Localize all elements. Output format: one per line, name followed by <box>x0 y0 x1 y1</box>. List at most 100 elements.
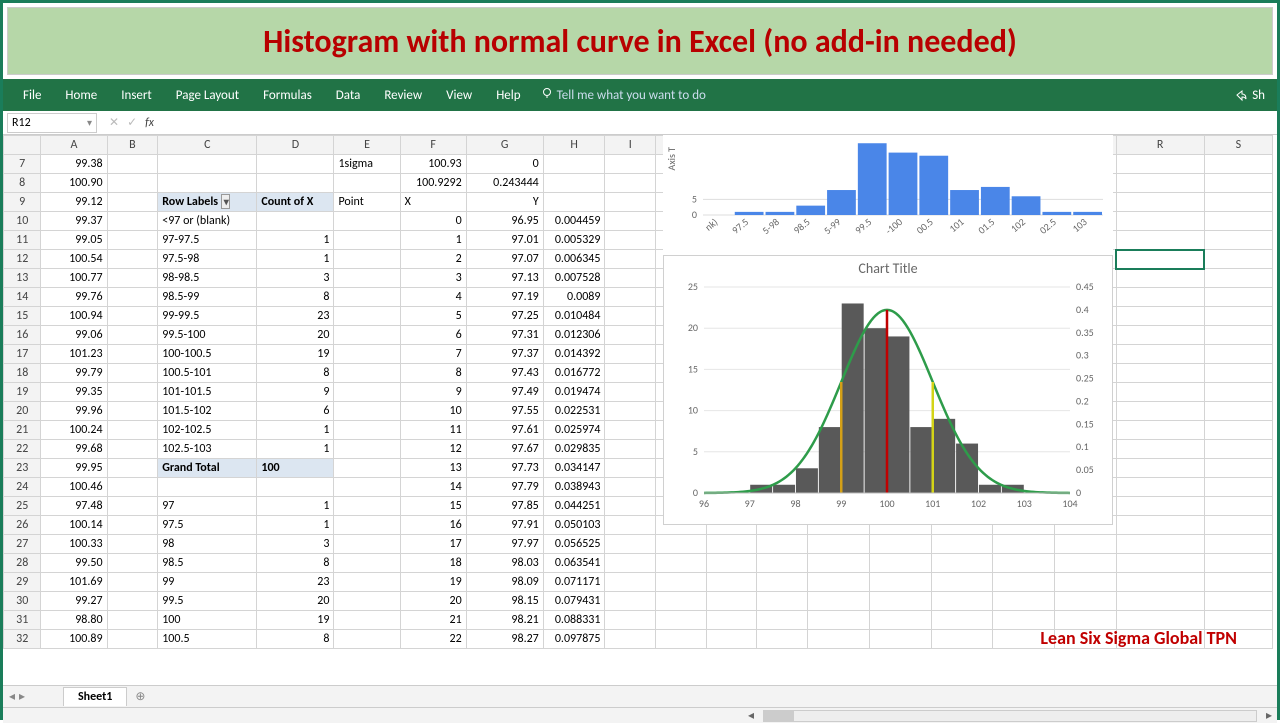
cell-A14[interactable]: 99.76 <box>41 288 107 307</box>
cell-C25[interactable]: 97 <box>158 497 257 516</box>
cell-I10[interactable] <box>605 212 656 231</box>
cell-D30[interactable]: 20 <box>257 592 334 611</box>
row-header[interactable]: 19 <box>4 383 41 402</box>
cell-A9[interactable]: 99.12 <box>41 193 107 212</box>
cell-M27[interactable] <box>808 535 870 554</box>
cell-N30[interactable] <box>869 592 931 611</box>
cell-E15[interactable] <box>334 307 400 326</box>
cell-A10[interactable]: 99.37 <box>41 212 107 231</box>
cell-R28[interactable] <box>1116 554 1204 573</box>
cell-S21[interactable] <box>1204 421 1272 440</box>
cell-I15[interactable] <box>605 307 656 326</box>
col-header-G[interactable]: G <box>466 136 543 155</box>
cell-G28[interactable]: 98.03 <box>466 554 543 573</box>
cell-F20[interactable]: 10 <box>400 402 466 421</box>
cell-F30[interactable]: 20 <box>400 592 466 611</box>
cell-B21[interactable] <box>107 421 158 440</box>
cell-L29[interactable] <box>757 573 808 592</box>
cell-K29[interactable] <box>706 573 757 592</box>
cell-G16[interactable]: 97.31 <box>466 326 543 345</box>
cell-S15[interactable] <box>1204 307 1272 326</box>
cell-K27[interactable] <box>706 535 757 554</box>
cell-I7[interactable] <box>605 155 656 174</box>
cell-D23[interactable]: 100 <box>257 459 334 478</box>
cell-I30[interactable] <box>605 592 656 611</box>
cell-D16[interactable]: 20 <box>257 326 334 345</box>
tab-file[interactable]: File <box>11 79 53 111</box>
cell-C23[interactable]: Grand Total <box>158 459 257 478</box>
cell-B24[interactable] <box>107 478 158 497</box>
cell-F28[interactable]: 18 <box>400 554 466 573</box>
cell-C32[interactable]: 100.5 <box>158 630 257 649</box>
row-header[interactable]: 30 <box>4 592 41 611</box>
cell-C22[interactable]: 102.5-103 <box>158 440 257 459</box>
cell-F27[interactable]: 17 <box>400 535 466 554</box>
cell-A15[interactable]: 100.94 <box>41 307 107 326</box>
cell-D32[interactable]: 8 <box>257 630 334 649</box>
share-button[interactable]: Sh <box>1234 88 1269 103</box>
cell-O28[interactable] <box>931 554 993 573</box>
cell-C14[interactable]: 98.5-99 <box>158 288 257 307</box>
cell-L27[interactable] <box>757 535 808 554</box>
cell-Q28[interactable] <box>1054 554 1116 573</box>
cell-I8[interactable] <box>605 174 656 193</box>
cell-S11[interactable] <box>1204 231 1272 250</box>
cell-G27[interactable]: 97.97 <box>466 535 543 554</box>
cell-H14[interactable]: 0.0089 <box>543 288 605 307</box>
chart-histogram-normal[interactable]: Chart Title 051015202500.050.10.150.20.2… <box>663 255 1113 525</box>
cell-D8[interactable] <box>257 174 334 193</box>
cell-O27[interactable] <box>931 535 993 554</box>
cell-M31[interactable] <box>808 611 870 630</box>
fx-icon[interactable]: fx <box>145 116 154 130</box>
cell-D20[interactable]: 6 <box>257 402 334 421</box>
cell-G11[interactable]: 97.01 <box>466 231 543 250</box>
cell-R17[interactable] <box>1116 345 1204 364</box>
cell-I31[interactable] <box>605 611 656 630</box>
cell-J32[interactable] <box>656 630 707 649</box>
cell-R9[interactable] <box>1116 193 1204 212</box>
cell-P30[interactable] <box>993 592 1055 611</box>
cell-H24[interactable]: 0.038943 <box>543 478 605 497</box>
cell-D18[interactable]: 8 <box>257 364 334 383</box>
col-header-C[interactable]: C <box>158 136 257 155</box>
cell-E13[interactable] <box>334 269 400 288</box>
cell-C15[interactable]: 99-99.5 <box>158 307 257 326</box>
cell-H27[interactable]: 0.056525 <box>543 535 605 554</box>
cell-G19[interactable]: 97.49 <box>466 383 543 402</box>
cell-H28[interactable]: 0.063541 <box>543 554 605 573</box>
cell-B23[interactable] <box>107 459 158 478</box>
cell-F17[interactable]: 7 <box>400 345 466 364</box>
cell-E7[interactable]: 1sigma <box>334 155 400 174</box>
cell-I13[interactable] <box>605 269 656 288</box>
cell-R11[interactable] <box>1116 231 1204 250</box>
col-header-F[interactable]: F <box>400 136 466 155</box>
row-header[interactable]: 27 <box>4 535 41 554</box>
cell-A16[interactable]: 99.06 <box>41 326 107 345</box>
cell-G30[interactable]: 98.15 <box>466 592 543 611</box>
cell-H31[interactable]: 0.088331 <box>543 611 605 630</box>
cell-D17[interactable]: 19 <box>257 345 334 364</box>
cell-J30[interactable] <box>656 592 707 611</box>
cell-K31[interactable] <box>706 611 757 630</box>
cell-I17[interactable] <box>605 345 656 364</box>
cell-I23[interactable] <box>605 459 656 478</box>
cell-F14[interactable]: 4 <box>400 288 466 307</box>
cell-C27[interactable]: 98 <box>158 535 257 554</box>
cell-B19[interactable] <box>107 383 158 402</box>
cell-A13[interactable]: 100.77 <box>41 269 107 288</box>
cell-D13[interactable]: 3 <box>257 269 334 288</box>
row-header[interactable]: 31 <box>4 611 41 630</box>
cell-H18[interactable]: 0.016772 <box>543 364 605 383</box>
cell-A12[interactable]: 100.54 <box>41 250 107 269</box>
cell-H29[interactable]: 0.071171 <box>543 573 605 592</box>
cell-I28[interactable] <box>605 554 656 573</box>
cell-E24[interactable] <box>334 478 400 497</box>
cell-B15[interactable] <box>107 307 158 326</box>
cell-B14[interactable] <box>107 288 158 307</box>
col-header-E[interactable]: E <box>334 136 400 155</box>
cell-F15[interactable]: 5 <box>400 307 466 326</box>
row-header[interactable]: 18 <box>4 364 41 383</box>
cell-E30[interactable] <box>334 592 400 611</box>
cell-G32[interactable]: 98.27 <box>466 630 543 649</box>
cell-B22[interactable] <box>107 440 158 459</box>
